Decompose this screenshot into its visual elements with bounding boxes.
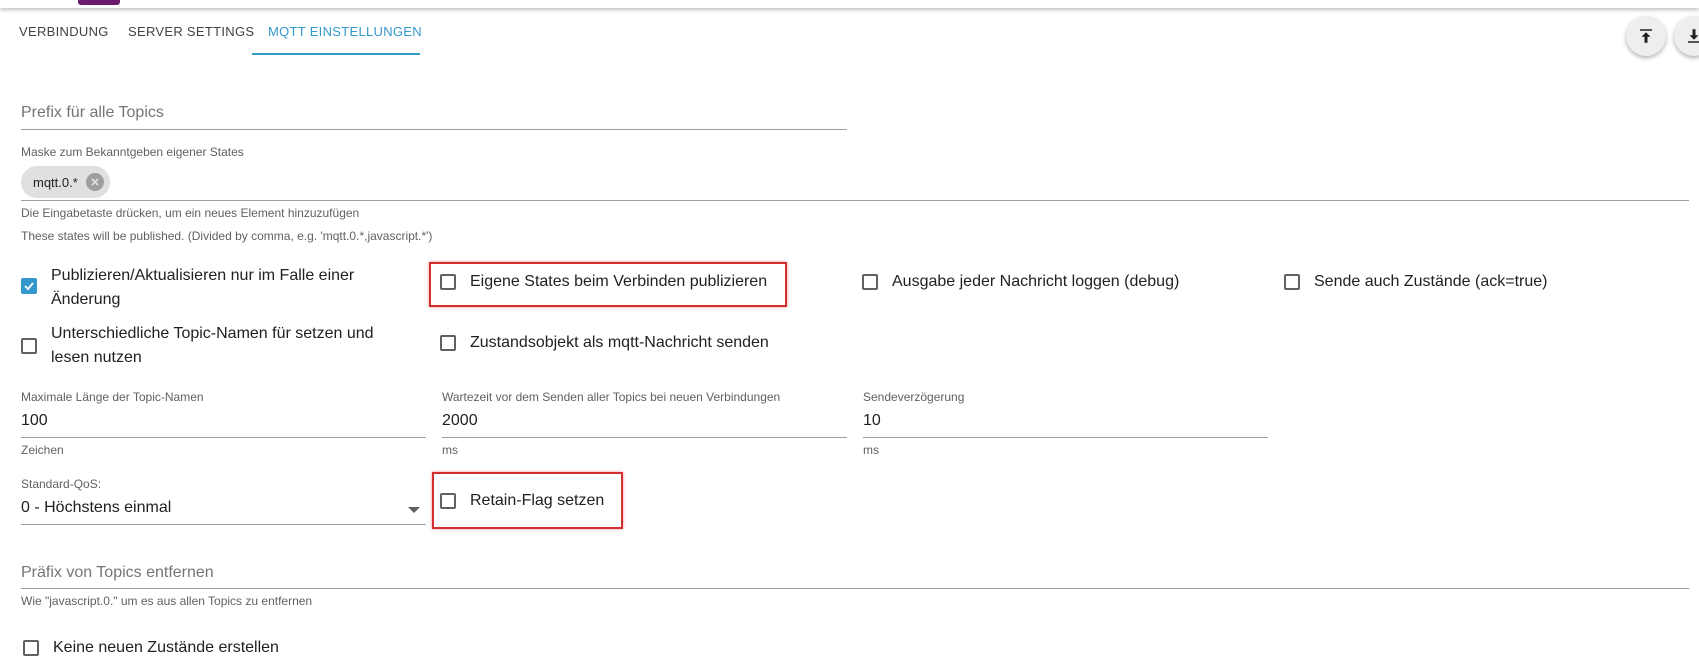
publish-on-change-label-line1: Publizieren/Aktualisieren nur im Falle e… [51,267,355,284]
send-ack-true-checkbox[interactable] [1284,274,1300,290]
send-delay-underline [863,437,1268,438]
highlight-box-publish-own-states [429,262,787,307]
different-topic-names-option[interactable]: Unterschiedliche Topic-Namen für setzen … [21,322,374,370]
max-topic-length-underline [21,437,426,438]
wait-time-underline [442,437,847,438]
publish-on-change-option[interactable]: Publizieren/Aktualisieren nur im Falle e… [21,264,354,312]
state-object-option[interactable]: Zustandsobjekt als mqtt-Nachricht senden [440,331,769,355]
tab-verbindung[interactable]: VERBINDUNG [19,24,109,39]
state-object-label: Zustandsobjekt als mqtt-Nachricht senden [470,334,769,351]
dropdown-arrow-icon[interactable] [408,507,420,513]
publish-on-change-checkbox[interactable] [21,278,37,294]
remove-prefix-underline[interactable] [21,588,1689,589]
wait-time-unit: ms [442,443,458,457]
wait-time-value[interactable]: 2000 [442,412,478,430]
max-topic-length-label: Maximale Länge der Topic-Namen [21,390,204,404]
log-debug-label: Ausgabe jeder Nachricht loggen (debug) [892,273,1180,290]
remove-prefix-helper: Wie "javascript.0." um es aus allen Topi… [21,594,313,608]
chip-remove-icon[interactable] [85,173,104,191]
upload-icon [1640,29,1652,43]
download-button[interactable] [1674,16,1699,56]
state-object-checkbox[interactable] [440,335,456,351]
max-topic-length-unit: Zeichen [21,443,64,457]
no-new-states-label: Keine neuen Zustände erstellen [53,639,279,656]
tab-indicator [252,53,420,55]
prefix-field-label: Prefix für alle Topics [21,104,164,121]
tab-mqtt-einstellungen[interactable]: MQTT EINSTELLUNGEN [268,24,422,39]
qos-label: Standard-QoS: [21,477,102,491]
max-topic-length-value[interactable]: 100 [21,412,48,430]
remove-prefix-label: Präfix von Topics entfernen [21,564,214,581]
send-delay-value[interactable]: 10 [863,412,881,430]
send-delay-label: Sendeverzögerung [863,390,965,404]
mask-helper-text: Die Eingabetaste drücken, um ein neues E… [21,206,360,220]
qos-select-value[interactable]: 0 - Höchstens einmal [21,499,171,517]
no-new-states-option[interactable]: Keine neuen Zustände erstellen [23,636,279,660]
mask-field-underline[interactable] [21,200,1689,201]
chip-label: mqtt.0.* [33,174,78,190]
highlight-box-retain-flag [432,472,623,529]
state-chip: mqtt.0.* [21,166,110,198]
qos-underline [21,524,426,525]
publish-on-change-label-line2: Änderung [51,291,121,308]
send-ack-true-label: Sende auch Zustände (ack=true) [1314,273,1548,290]
different-topic-names-label-line2: lesen nutzen [51,349,142,366]
different-topic-names-label-line1: Unterschiedliche Topic-Namen für setzen … [51,325,374,342]
wait-time-label: Wartezeit vor dem Senden aller Topics be… [442,390,781,404]
download-icon [1688,29,1699,43]
prefix-field-underline[interactable] [21,129,847,130]
log-debug-option[interactable]: Ausgabe jeder Nachricht loggen (debug) [862,270,1179,294]
send-delay-unit: ms [863,443,879,457]
log-debug-checkbox[interactable] [862,274,878,290]
send-ack-true-option[interactable]: Sende auch Zustände (ack=true) [1284,270,1547,294]
logo [78,0,120,5]
different-topic-names-checkbox[interactable] [21,338,37,354]
mask-example-text: These states will be published. (Divided… [21,229,433,243]
upload-button[interactable] [1626,16,1666,56]
top-app-bar [0,0,1699,8]
mask-field-label: Maske zum Bekanntgeben eigener States [21,145,244,159]
tab-server-settings[interactable]: SERVER SETTINGS [128,24,254,39]
no-new-states-checkbox[interactable] [23,640,39,656]
